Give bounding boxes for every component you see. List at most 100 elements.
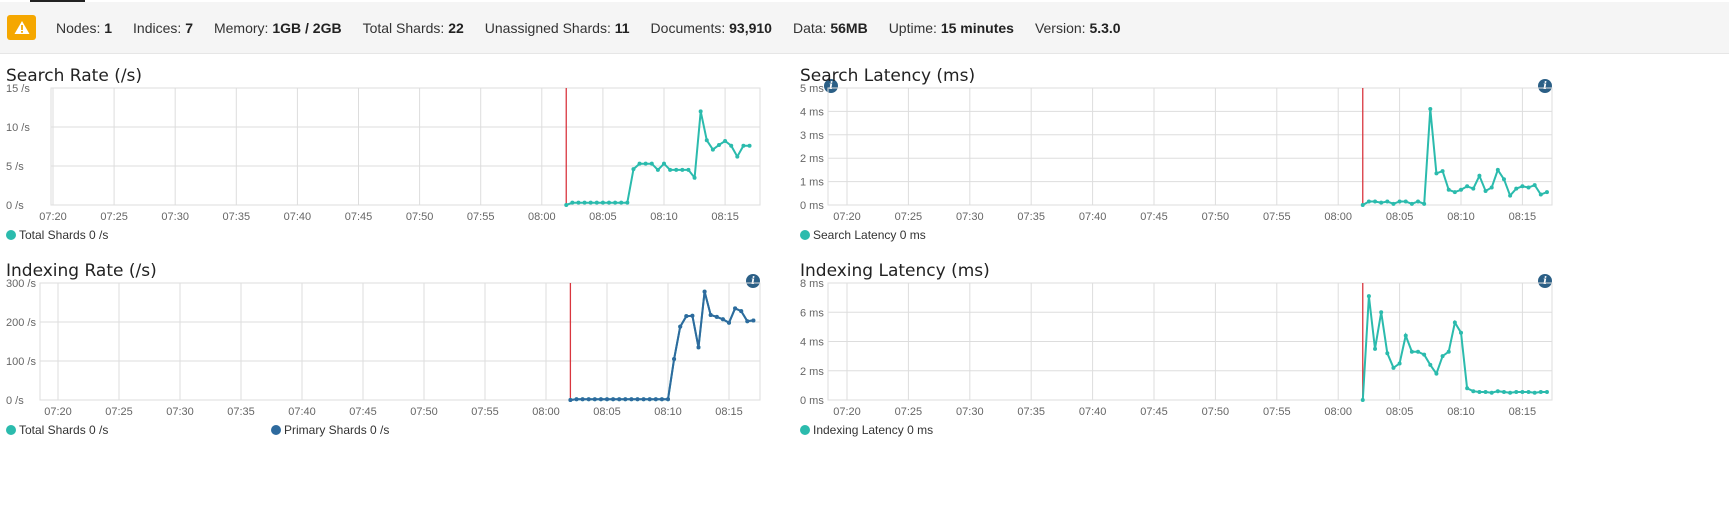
data-point	[745, 319, 750, 324]
legend-item[interactable]: Total Shards 0 /s	[6, 228, 108, 242]
data-point	[631, 167, 636, 172]
data-point	[637, 161, 642, 166]
data-point	[1495, 389, 1500, 394]
data-point	[1391, 365, 1396, 370]
data-point	[594, 200, 599, 205]
data-point	[684, 314, 689, 319]
legend-item[interactable]: Indexing Latency 0 ms	[800, 423, 933, 437]
data-point	[680, 167, 685, 172]
data-point	[716, 142, 721, 147]
data-point	[1440, 169, 1445, 174]
x-tick-label: 07:40	[1079, 211, 1107, 223]
x-tick-label: 08:15	[711, 211, 739, 223]
data-point	[1373, 346, 1378, 351]
x-tick-label: 08:10	[1447, 211, 1475, 223]
x-tick-label: 07:30	[956, 406, 984, 418]
data-point	[1501, 389, 1506, 394]
legend-item[interactable]: Total Shards 0 /s	[6, 423, 108, 437]
legend-dot-icon	[800, 230, 810, 240]
data-point	[1489, 390, 1494, 395]
data-point	[662, 161, 666, 166]
data-point	[1385, 351, 1390, 356]
search-rate-panel: Search Rate (/s) i 0 /s 5 /s 10 /s 15 /s 07:…	[6, 66, 846, 276]
x-tick-label: 07:40	[288, 406, 316, 418]
x-tick-label: 08:10	[650, 211, 678, 223]
data-point	[1508, 193, 1513, 198]
data-point	[672, 357, 677, 362]
legend-item[interactable]: Search Latency 0 ms	[800, 228, 926, 242]
data-point	[720, 317, 725, 322]
data-point	[613, 200, 618, 205]
data-point	[1385, 199, 1390, 204]
y-tick-label: 5 /s	[6, 161, 24, 173]
data-point	[598, 397, 603, 402]
y-tick-label: 10 /s	[6, 122, 30, 134]
y-tick-label: 15 /s	[6, 83, 30, 95]
data-point	[723, 139, 728, 144]
data-point	[564, 203, 569, 207]
data-point	[1544, 389, 1549, 394]
data-point	[629, 397, 634, 402]
y-tick-label: 2 ms	[800, 153, 824, 165]
x-tick-label: 07:20	[44, 406, 72, 418]
x-tick-label: 07:35	[223, 211, 251, 223]
legend-label: Primary Shards 0 /s	[284, 423, 390, 437]
data-point	[739, 309, 744, 314]
data-point	[708, 312, 713, 317]
data-point	[1526, 185, 1531, 190]
data-point	[1501, 177, 1506, 182]
x-tick-label: 08:15	[1509, 406, 1537, 418]
data-point	[1409, 349, 1414, 354]
data-point	[1416, 199, 1421, 204]
plot-frame	[39, 282, 761, 401]
data-point	[1532, 390, 1537, 395]
data-point	[580, 397, 585, 402]
data-point	[568, 398, 573, 402]
series-line-2	[570, 291, 754, 401]
data-point	[696, 345, 701, 350]
data-point	[1391, 201, 1396, 206]
x-tick-label: 07:40	[284, 211, 312, 223]
legend-dot-icon	[6, 425, 16, 435]
data-point	[1477, 389, 1482, 394]
x-tick-label: 07:25	[105, 406, 133, 418]
x-tick-label: 08:05	[593, 406, 621, 418]
legend-item[interactable]: Primary Shards 0 /s	[271, 423, 389, 437]
x-tick-label: 07:55	[1263, 406, 1291, 418]
data-point	[714, 314, 719, 319]
data-point	[1452, 320, 1457, 325]
data-point	[710, 147, 715, 152]
data-point	[611, 397, 616, 402]
data-point	[1520, 389, 1525, 394]
stat-uptime: Uptime: 15 minutes	[888, 19, 1014, 36]
data-point	[1495, 167, 1500, 172]
stat-unassigned-shards: Unassigned Shards: 11	[484, 19, 630, 36]
stat-nodes: Nodes: 1	[56, 19, 113, 36]
x-tick-label: 07:30	[956, 211, 984, 223]
data-point	[686, 167, 691, 172]
data-point	[1373, 199, 1378, 204]
plot-frame	[50, 87, 761, 206]
x-tick-label: 07:50	[406, 211, 434, 223]
data-point	[735, 154, 740, 159]
plot-frame	[827, 87, 1553, 206]
stat-indices: Indices: 7	[133, 19, 193, 36]
data-point	[1471, 186, 1476, 191]
data-point	[674, 167, 679, 172]
data-point	[607, 200, 612, 205]
y-tick-label: 3 ms	[800, 130, 824, 142]
data-point	[1440, 354, 1445, 359]
data-point	[635, 397, 640, 402]
data-point	[692, 175, 697, 180]
data-point	[1514, 389, 1519, 394]
data-point	[1483, 389, 1488, 394]
data-point	[1434, 171, 1439, 176]
x-tick-label: 07:30	[166, 406, 194, 418]
data-point	[1446, 349, 1451, 354]
y-tick-label: 300 /s	[6, 278, 36, 290]
search-latency-panel: Search Latency (ms) i 0 ms 1 ms 2 ms 3 ms 4 …	[800, 66, 1640, 276]
search-rate-chart: 0 /s 5 /s 10 /s 15 /s 07:20 07:25 07:30 07:35 07…	[6, 83, 761, 223]
x-tick-label: 07:35	[227, 406, 255, 418]
data-point	[641, 397, 646, 402]
cluster-health-badge[interactable]	[7, 15, 36, 40]
